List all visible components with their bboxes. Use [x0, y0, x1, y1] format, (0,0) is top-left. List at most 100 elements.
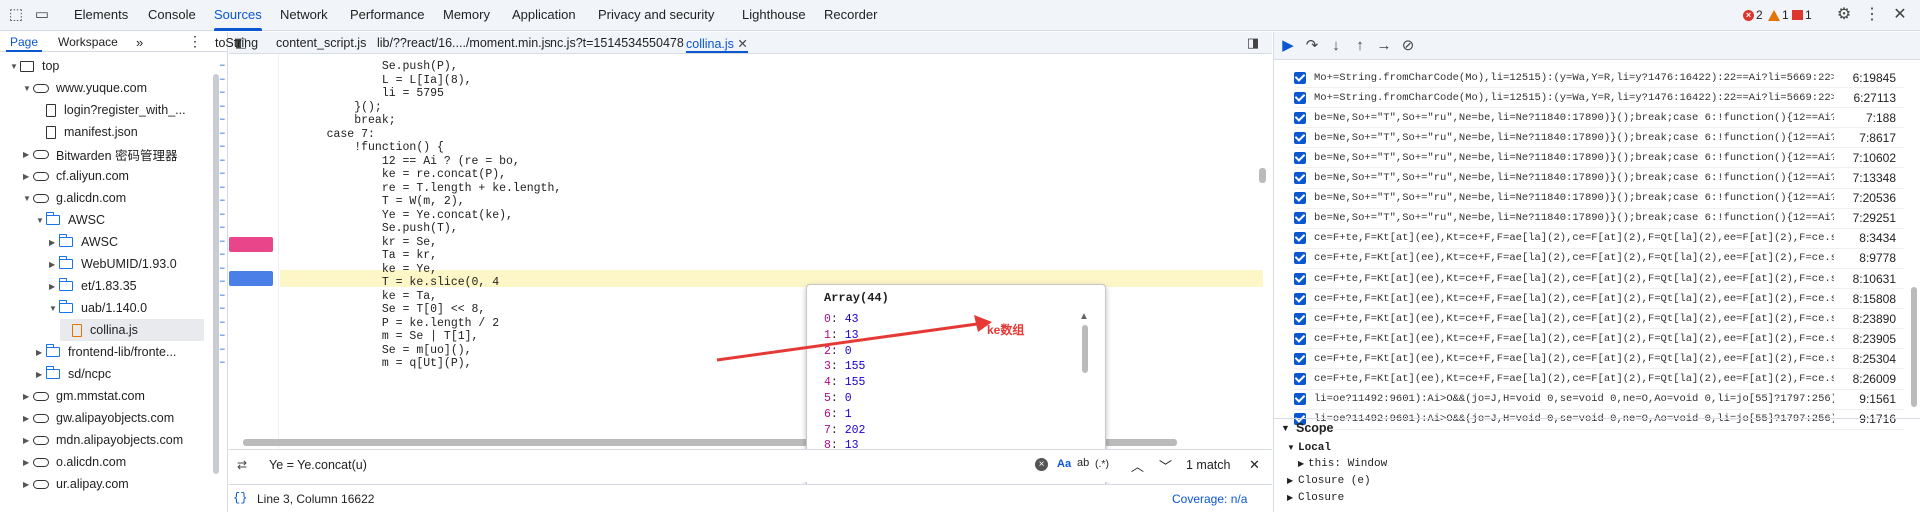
local-scope-label[interactable]: Local — [1298, 442, 1331, 454]
panel-tab-performance[interactable]: Performance — [350, 7, 424, 22]
line-marker[interactable]: – — [219, 263, 226, 275]
collapsed-arrow-icon[interactable]: ▶ — [23, 172, 33, 181]
line-marker[interactable]: – — [219, 182, 226, 194]
line-marker[interactable]: – — [219, 249, 226, 261]
breakpoint-checkbox[interactable] — [1294, 373, 1306, 385]
navigator-menu-icon[interactable]: ⋮ — [188, 33, 202, 50]
breakpoint-item[interactable]: Mo+=String.fromCharCode(Mo),li=12515):(y… — [1294, 88, 1904, 109]
next-match-icon[interactable]: ﹀ — [1159, 456, 1172, 475]
line-marker[interactable]: – — [219, 209, 226, 221]
closure-scope-2[interactable]: Closure — [1298, 492, 1344, 504]
collapsed-arrow-icon[interactable]: ▶ — [23, 458, 33, 467]
breakpoint-checkbox[interactable] — [1294, 332, 1306, 345]
breakpoint-item[interactable]: ce=F+te,F=Kt[at](ee),Kt=ce+F,F=ae[la](2)… — [1294, 249, 1904, 269]
clear-search-icon[interactable]: × — [1035, 458, 1048, 471]
sidebar-scrollbar[interactable] — [1911, 287, 1917, 407]
tree-item[interactable]: ▶ gm.mmstat.com — [23, 385, 145, 407]
tree-item[interactable]: collina.js — [60, 319, 204, 341]
tree-item[interactable]: ▶ AWSC — [49, 231, 118, 253]
issues-badge[interactable]: 1 — [1792, 8, 1812, 22]
line-marker[interactable]: – — [219, 276, 226, 288]
breakpoint-item[interactable]: be=Ne,So+="T",So+="ru",Ne=be,li=Ne?11840… — [1294, 189, 1904, 209]
step-out-icon[interactable]: ↑ — [1352, 38, 1368, 54]
line-marker[interactable]: – — [219, 60, 226, 72]
breakpoint-checkbox[interactable] — [1294, 312, 1306, 325]
breakpoint-item[interactable]: ce=F+te,F=Kt[at](ee),Kt=ce+F,F=ae[la](2)… — [1294, 269, 1904, 289]
breakpoint-item[interactable]: be=Ne,So+="T",So+="ru",Ne=be,li=Ne?11840… — [1294, 209, 1904, 229]
line-marker[interactable]: – — [219, 236, 226, 248]
pretty-print-icon[interactable]: {} — [233, 491, 247, 505]
breakpoint-item[interactable]: be=Ne,So+="T",So+="ru",Ne=be,li=Ne?11840… — [1294, 169, 1904, 189]
line-marker[interactable]: – — [219, 317, 226, 329]
breakpoint-item[interactable]: be=Ne,So+="T",So+="ru",Ne=be,li=Ne?11840… — [1294, 148, 1904, 169]
tree-item[interactable]: ▶ et/1.83.35 — [49, 275, 137, 297]
panel-tab-elements[interactable]: Elements — [74, 7, 128, 22]
tree-item[interactable]: ▶ o.alicdn.com — [23, 451, 126, 473]
panel-tab-application[interactable]: Application — [512, 7, 576, 22]
tree-item[interactable]: ▼ g.alicdn.com — [23, 187, 126, 209]
line-marker[interactable]: – — [219, 74, 226, 86]
closure1-expand-icon[interactable]: ▶ — [1287, 476, 1293, 485]
panel-tab-sources[interactable]: Sources — [214, 7, 262, 22]
scope-title[interactable]: Scope — [1296, 421, 1334, 435]
settings-gear-icon[interactable]: ⚙ — [1836, 7, 1852, 23]
close-search-icon[interactable]: ✕ — [1249, 457, 1260, 473]
line-marker[interactable]: – — [219, 101, 226, 113]
this-value[interactable]: this: Window — [1308, 458, 1387, 470]
regex-toggle[interactable]: (.*) — [1095, 458, 1109, 470]
step-icon[interactable]: → — [1376, 38, 1392, 54]
device-toolbar-icon[interactable]: ▭ — [34, 7, 50, 23]
breakpoint-checkbox[interactable] — [1294, 272, 1306, 285]
line-marker[interactable]: – — [219, 195, 226, 207]
breakpoint-item[interactable]: ce=F+te,F=Kt[at](ee),Kt=ce+F,F=ae[la](2)… — [1294, 309, 1904, 330]
expanded-arrow-icon[interactable]: ▼ — [49, 304, 59, 313]
closure2-expand-icon[interactable]: ▶ — [1287, 493, 1293, 502]
breakpoint-checkbox[interactable] — [1294, 232, 1306, 245]
expanded-arrow-icon[interactable]: ▼ — [36, 216, 46, 225]
breakpoint-item[interactable]: Mo+=String.fromCharCode(Mo),li=12515):(y… — [1294, 68, 1904, 88]
breakpoint-checkbox[interactable] — [1294, 151, 1306, 164]
more-tabs-icon[interactable]: » — [136, 35, 143, 50]
tree-item[interactable]: ▶ ur.alipay.com — [23, 473, 129, 495]
collapsed-arrow-icon[interactable]: ▶ — [49, 282, 59, 291]
step-into-icon[interactable]: ↓ — [1328, 38, 1344, 54]
tree-item[interactable]: ▶ WebUMID/1.93.0 — [49, 253, 177, 275]
line-marker[interactable]: – — [219, 330, 226, 342]
tree-item[interactable]: ▼ AWSC — [36, 209, 105, 231]
collapsed-arrow-icon[interactable]: ▶ — [23, 150, 33, 159]
line-marker[interactable]: – — [219, 303, 226, 315]
breakpoint-checkbox[interactable] — [1294, 71, 1306, 84]
expanded-arrow-icon[interactable]: ▼ — [10, 62, 20, 71]
tab-workspace[interactable]: Workspace — [58, 35, 118, 49]
breakpoint-item[interactable]: li=oe?11492:9601):Ai>O&&(jo=J,H=void 0,s… — [1294, 410, 1904, 430]
breakpoint-checkbox[interactable] — [1294, 172, 1306, 184]
breakpoint-checkbox[interactable] — [1294, 111, 1306, 124]
tree-item[interactable]: ▼ www.yuque.com — [23, 77, 147, 99]
panel-tab-console[interactable]: Console — [148, 7, 196, 22]
tree-item[interactable]: ▶ sd/ncpc — [36, 363, 111, 385]
tab-page[interactable]: Page — [10, 35, 38, 49]
collapsed-arrow-icon[interactable]: ▶ — [23, 480, 33, 489]
tree-item[interactable]: ▶ frontend-lib/fronte... — [36, 341, 176, 363]
collapsed-arrow-icon[interactable]: ▶ — [49, 260, 59, 269]
replace-toggle-icon[interactable]: ⇄ — [237, 458, 247, 472]
panel-tab-lighthouse[interactable]: Lighthouse — [742, 7, 806, 22]
match-case-toggle[interactable]: Aa — [1057, 458, 1071, 470]
line-marker[interactable]: – — [219, 128, 226, 140]
tree-item[interactable]: ▶ Bitwarden 密码管理器 — [23, 143, 178, 165]
previous-match-icon[interactable]: ︿ — [1131, 456, 1144, 475]
line-marker[interactable]: – — [219, 168, 226, 180]
tree-item[interactable]: manifest.json — [36, 121, 138, 143]
breakpoint-item[interactable]: be=Ne,So+="T",So+="ru",Ne=be,li=Ne?11840… — [1294, 128, 1904, 149]
panel-tab-network[interactable]: Network — [280, 7, 328, 22]
panel-tab-privacy-and-security[interactable]: Privacy and security — [598, 7, 714, 22]
tree-item[interactable]: ▼ uab/1.140.0 — [49, 297, 147, 319]
line-marker[interactable]: – — [219, 87, 226, 99]
expanded-arrow-icon[interactable]: ▼ — [23, 194, 33, 203]
breakpoint-item[interactable]: ce=F+te,F=Kt[at](ee),Kt=ce+F,F=ae[la](2)… — [1294, 349, 1904, 370]
line-marker[interactable]: – — [219, 344, 226, 356]
coverage-status[interactable]: Coverage: n/a — [1172, 492, 1247, 506]
more-options-icon[interactable]: ⋮ — [1864, 7, 1880, 23]
resume-icon[interactable]: ▶ — [1280, 38, 1296, 54]
step-over-icon[interactable]: ↷ — [1304, 38, 1320, 54]
